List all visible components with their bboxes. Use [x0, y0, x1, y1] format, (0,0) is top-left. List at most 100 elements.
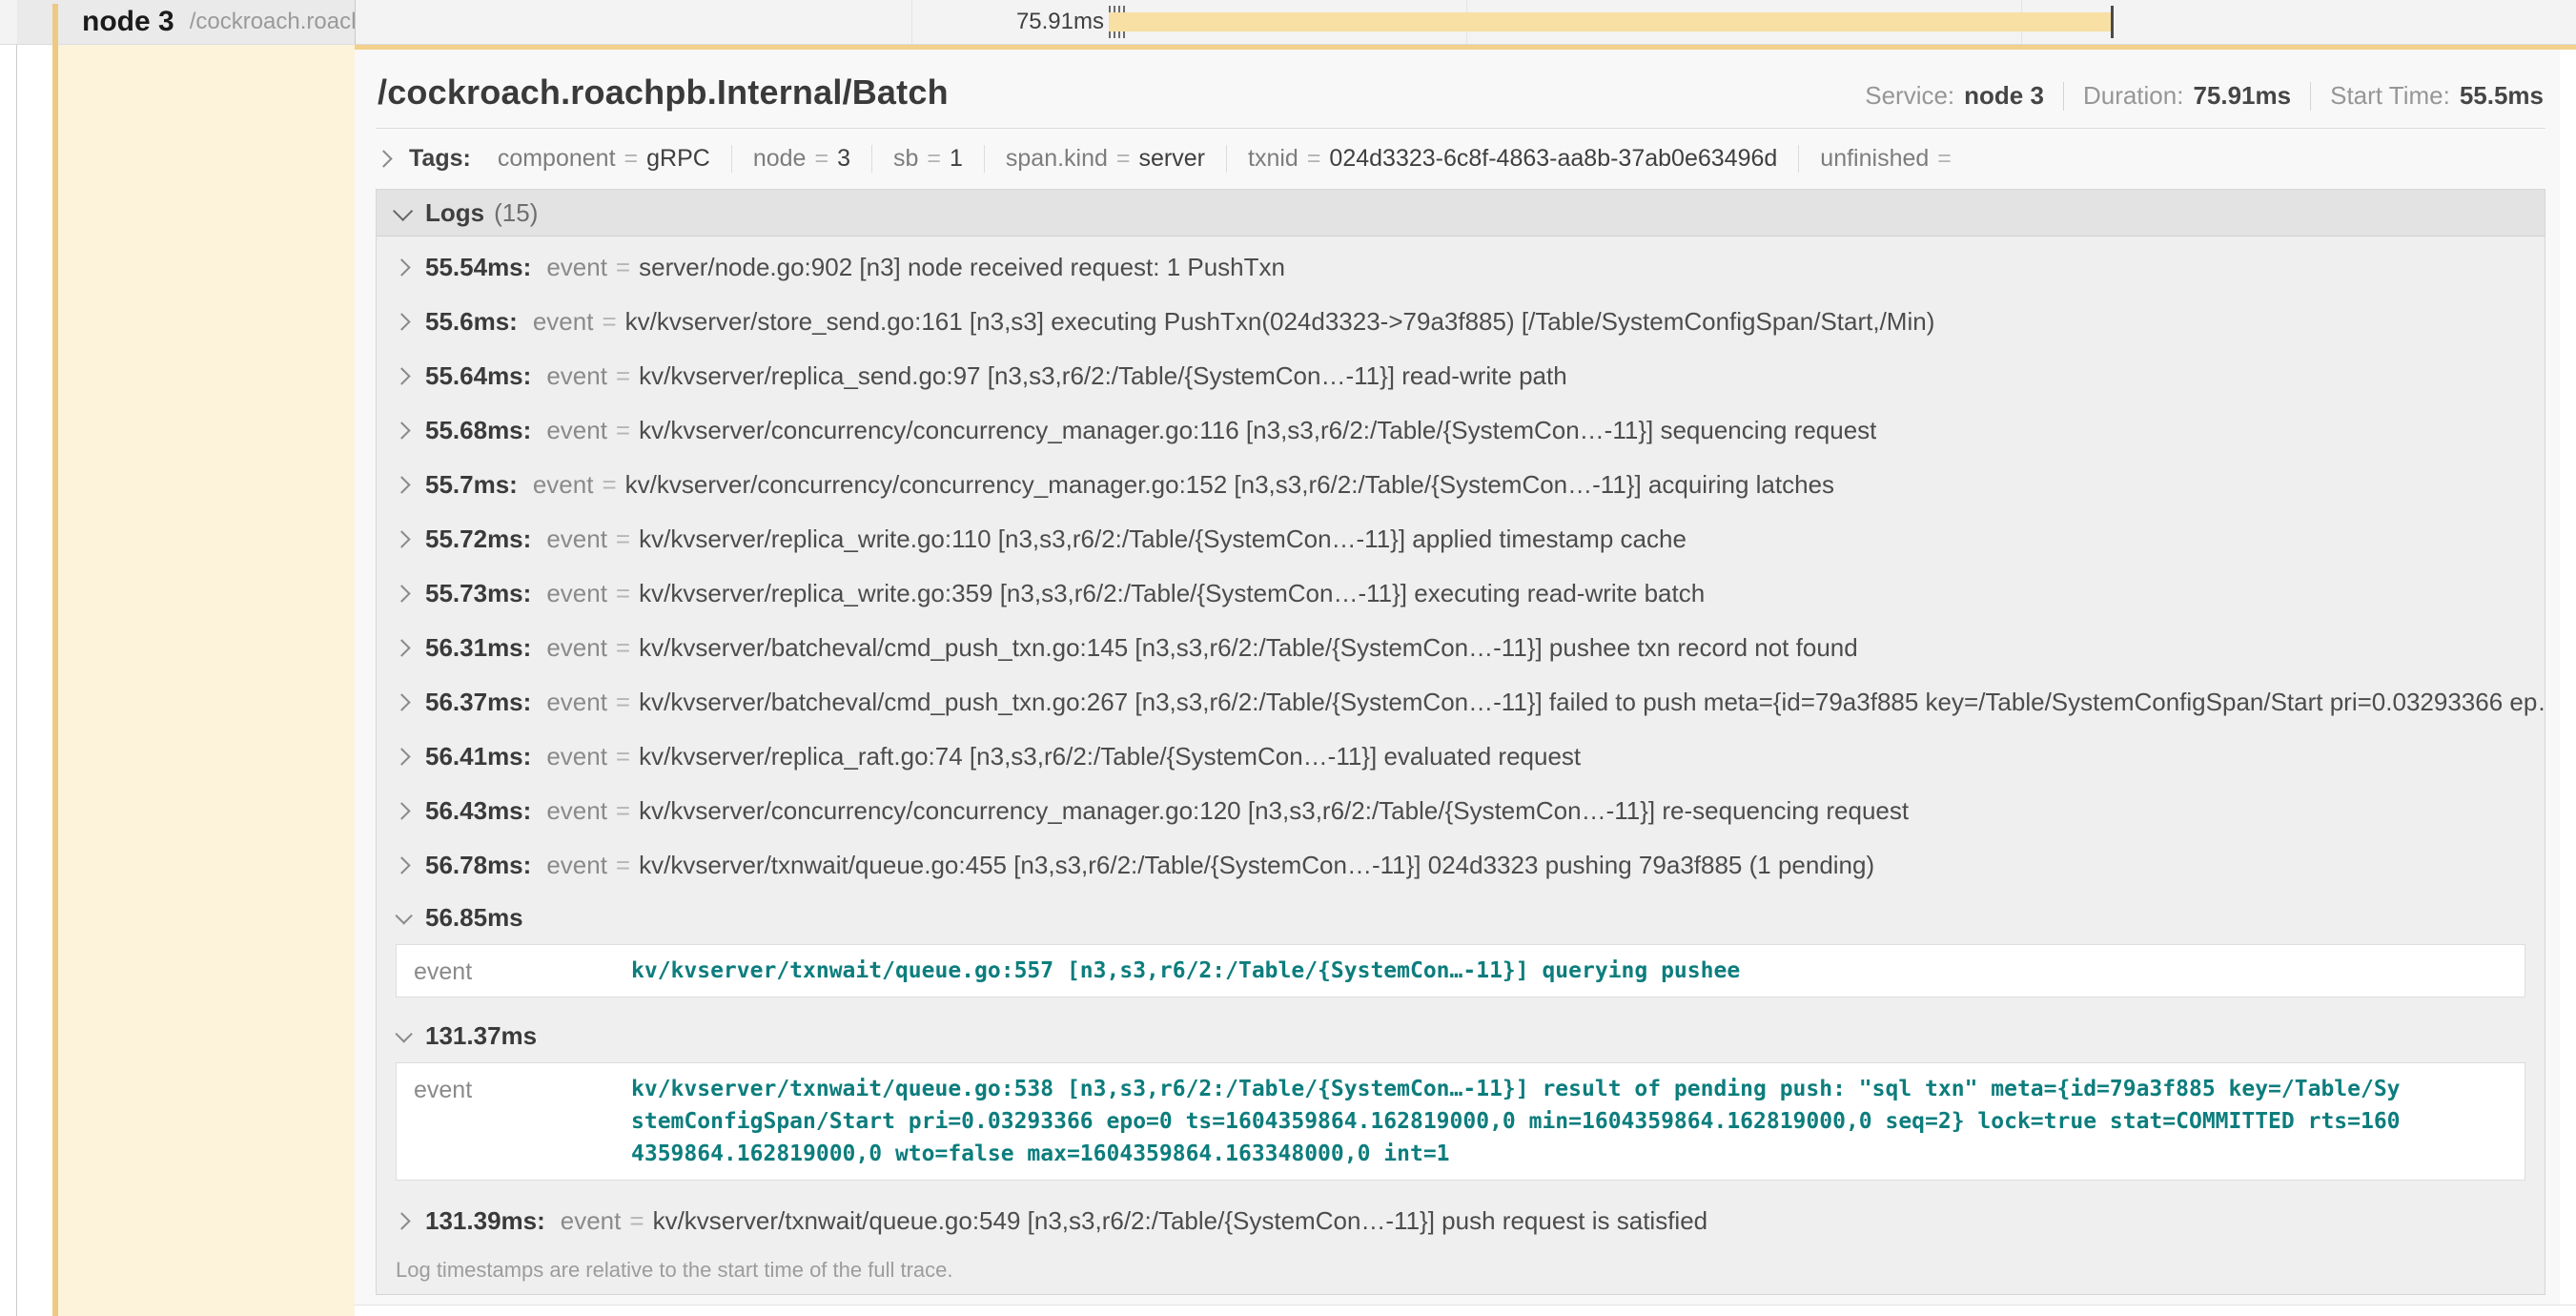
log-message: kv/kvserver/concurrency/concurrency_mana…: [625, 470, 1834, 500]
chevron-right-icon[interactable]: [393, 639, 410, 656]
span-color-stripe: [52, 4, 58, 1316]
log-entry[interactable]: 56.31ms: event = kv/kvserver/batcheval/c…: [377, 621, 2545, 675]
chevron-right-icon[interactable]: [393, 1212, 410, 1229]
log-entry[interactable]: 55.68ms: event = kv/kvserver/concurrency…: [377, 403, 2545, 458]
chevron-right-icon[interactable]: [393, 748, 410, 765]
log-entry[interactable]: 55.64ms: event = kv/kvserver/replica_sen…: [377, 349, 2545, 403]
chevron-right-icon[interactable]: [393, 530, 410, 547]
log-message: kv/kvserver/replica_raft.go:74 [n3,s3,r6…: [639, 742, 1581, 771]
log-message: server/node.go:902 [n3] node received re…: [639, 253, 1285, 282]
log-field-key: event: [561, 1206, 622, 1236]
tags-label: Tags:: [409, 145, 471, 173]
log-field-key: event: [533, 307, 594, 337]
equals-sign: =: [602, 307, 616, 337]
log-timestamp: 131.37ms: [425, 1021, 537, 1051]
equals-sign: =: [616, 742, 630, 771]
next-row-divider: [355, 1305, 2576, 1306]
log-field-key: event: [546, 851, 607, 880]
chevron-right-icon[interactable]: [393, 802, 410, 819]
log-timestamp: 55.68ms:: [425, 416, 531, 445]
span-duration-label: 75.91ms: [966, 0, 1104, 44]
log-timestamp: 56.43ms:: [425, 796, 531, 826]
span-detail-panel: /cockroach.roachpb.Internal/Batch Servic…: [355, 50, 2560, 1305]
log-field-value: kv/kvserver/txnwait/queue.go:557 [n3,s3,…: [631, 945, 2525, 997]
chevron-right-icon[interactable]: [393, 693, 410, 710]
span-duration-bar[interactable]: [1109, 12, 2113, 31]
log-entry-expanded-header[interactable]: 131.37ms: [377, 1011, 2545, 1060]
equals-sign: =: [616, 524, 630, 554]
log-message: kv/kvserver/txnwait/queue.go:455 [n3,s3,…: [639, 851, 1874, 880]
chevron-right-icon[interactable]: [393, 476, 410, 493]
tag-span-kind: span.kind = server: [984, 145, 1226, 173]
log-entry[interactable]: 56.43ms: event = kv/kvserver/concurrency…: [377, 784, 2545, 838]
log-field-key: event: [546, 742, 607, 771]
equals-sign: =: [629, 1206, 644, 1236]
log-timestamp: 131.39ms:: [425, 1206, 545, 1236]
log-entry[interactable]: 55.73ms: event = kv/kvserver/replica_wri…: [377, 566, 2545, 621]
equals-sign: =: [616, 688, 630, 717]
tag-unfinished: unfinished =: [1798, 145, 1981, 173]
chevron-right-icon[interactable]: [393, 856, 410, 874]
log-timestamp: 55.6ms:: [425, 307, 518, 337]
log-field-key: event: [546, 416, 607, 445]
log-entry[interactable]: 56.37ms: event = kv/kvserver/batcheval/c…: [377, 675, 2545, 730]
log-entry-expanded-header[interactable]: 56.85ms: [377, 893, 2545, 942]
span-service-name: node 3: [82, 6, 174, 38]
log-field-key: event: [546, 796, 607, 826]
log-message: kv/kvserver/batcheval/cmd_push_txn.go:14…: [639, 633, 1858, 663]
tag-sb: sb = 1: [871, 145, 984, 173]
log-timestamp: 55.54ms:: [425, 253, 531, 282]
start-time-value: 55.5ms: [2460, 81, 2544, 111]
chevron-right-icon[interactable]: [393, 313, 410, 330]
logs-header[interactable]: Logs (15): [377, 190, 2545, 236]
log-message: kv/kvserver/concurrency/concurrency_mana…: [639, 796, 1909, 826]
chevron-down-icon[interactable]: [393, 200, 413, 220]
log-field-key: event: [397, 945, 631, 997]
log-timestamp: 55.64ms:: [425, 361, 531, 391]
log-field-key: event: [546, 579, 607, 608]
chevron-down-icon[interactable]: [395, 1025, 412, 1042]
chevron-right-icon[interactable]: [393, 422, 410, 439]
log-field-key: event: [397, 1063, 631, 1180]
span-name-cell[interactable]: node 3 /cockroach.roach…: [17, 0, 356, 44]
equals-sign: =: [1307, 145, 1321, 173]
duration-label: Duration:: [2083, 81, 2184, 111]
span-meta: Service: node 3 Duration: 75.91ms Start …: [1865, 81, 2544, 113]
log-timestamp: 55.72ms:: [425, 524, 531, 554]
chevron-down-icon[interactable]: [395, 907, 412, 924]
selected-span-row-highlight: [58, 44, 355, 1316]
equals-sign: =: [927, 145, 941, 173]
span-detail-accent-border: [355, 45, 2576, 50]
log-field-key: event: [546, 633, 607, 663]
tag-node: node = 3: [731, 145, 871, 173]
log-event-detail-box: event kv/kvserver/txnwait/queue.go:538 […: [396, 1062, 2525, 1181]
log-field-key: event: [546, 361, 607, 391]
log-timestamp: 56.37ms:: [425, 688, 531, 717]
log-message: kv/kvserver/replica_send.go:97 [n3,s3,r6…: [639, 361, 1567, 391]
log-entry[interactable]: 55.6ms: event = kv/kvserver/store_send.g…: [377, 295, 2545, 349]
log-entry[interactable]: 56.41ms: event = kv/kvserver/replica_raf…: [377, 730, 2545, 784]
span-detail-header: /cockroach.roachpb.Internal/Batch Servic…: [376, 50, 2545, 129]
equals-sign: =: [616, 633, 630, 663]
chevron-right-icon[interactable]: [393, 258, 410, 276]
log-entry[interactable]: 55.7ms: event = kv/kvserver/concurrency/…: [377, 458, 2545, 512]
log-timestamp: 55.7ms:: [425, 470, 518, 500]
log-message: kv/kvserver/batcheval/cmd_push_txn.go:26…: [639, 688, 2545, 717]
equals-sign: =: [616, 796, 630, 826]
log-message: kv/kvserver/txnwait/queue.go:549 [n3,s3,…: [653, 1206, 1708, 1236]
chevron-right-icon[interactable]: [375, 150, 392, 167]
log-entry[interactable]: 131.39ms: event = kv/kvserver/txnwait/qu…: [377, 1194, 2545, 1248]
equals-sign: =: [1937, 145, 1952, 173]
chevron-right-icon[interactable]: [393, 585, 410, 602]
meta-divider: [2310, 82, 2311, 111]
start-time-label: Start Time:: [2330, 81, 2450, 111]
equals-sign: =: [624, 145, 639, 173]
chevron-right-icon[interactable]: [393, 367, 410, 384]
log-entry[interactable]: 55.54ms: event = server/node.go:902 [n3]…: [377, 240, 2545, 295]
log-entry[interactable]: 56.78ms: event = kv/kvserver/txnwait/que…: [377, 838, 2545, 893]
span-row[interactable]: node 3 /cockroach.roach… 75.91ms: [0, 0, 2576, 45]
tags-row[interactable]: Tags: component = gRPC node = 3 sb = 1: [376, 129, 2545, 187]
service-value: node 3: [1964, 81, 2044, 111]
span-timeline-cell[interactable]: 75.91ms: [356, 0, 2576, 44]
log-entry[interactable]: 55.72ms: event = kv/kvserver/replica_wri…: [377, 512, 2545, 566]
